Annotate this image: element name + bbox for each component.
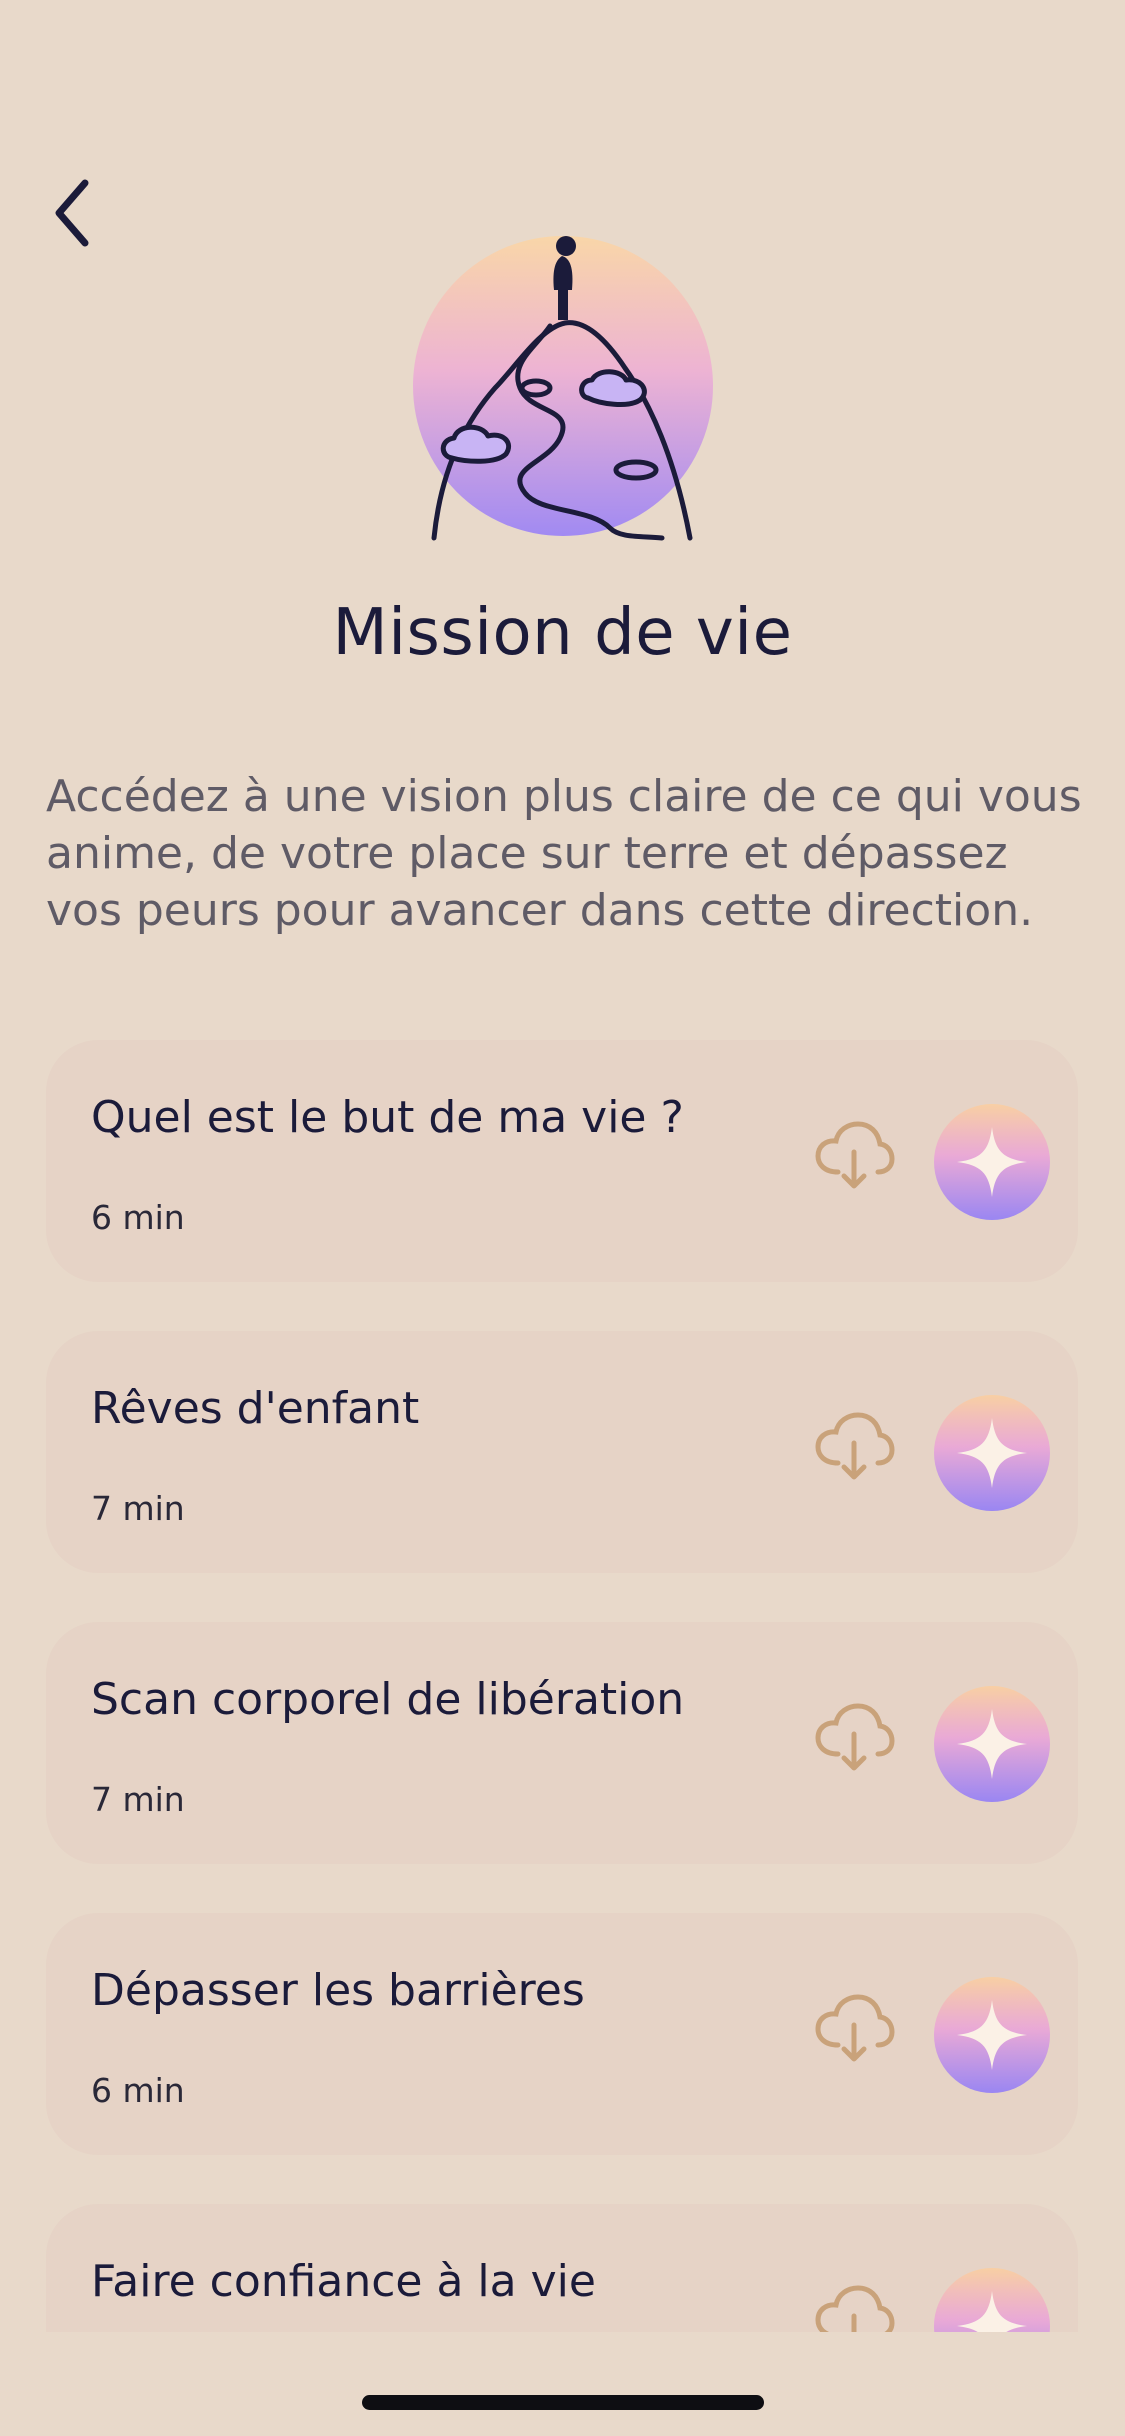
page-title: Mission de vie: [332, 596, 793, 670]
sparkle-play-icon: [957, 2291, 1027, 2332]
sparkle-play-icon: [957, 2000, 1027, 2070]
session-title: Dépasser les barrières: [91, 1965, 585, 2016]
cloud-download-icon[interactable]: [812, 1700, 896, 1776]
sparkle-play-icon: [957, 1127, 1027, 1197]
session-title: Faire confiance à la vie: [91, 2256, 596, 2307]
session-card[interactable]: Dépasser les barrières 6 min: [46, 1913, 1078, 2155]
session-duration: 6 min: [91, 1198, 185, 1237]
session-list[interactable]: Quel est le but de ma vie ? 6 min Rêves …: [0, 1030, 1125, 2332]
session-title: Scan corporel de libération: [91, 1674, 685, 1725]
session-duration: 7 min: [91, 1489, 185, 1528]
play-button[interactable]: [934, 2268, 1050, 2332]
play-button[interactable]: [934, 1395, 1050, 1511]
cloud-download-icon[interactable]: [812, 1118, 896, 1194]
sparkle-play-icon: [957, 1709, 1027, 1779]
play-button[interactable]: [934, 1104, 1050, 1220]
person-on-mountain-illustration: [413, 236, 713, 541]
sparkle-play-icon: [957, 1418, 1027, 1488]
cloud-download-icon[interactable]: [812, 2282, 896, 2332]
chevron-left-icon: [55, 179, 89, 247]
session-duration: 6 min: [91, 2071, 185, 2110]
cloud-download-icon[interactable]: [812, 1409, 896, 1485]
session-card[interactable]: Quel est le but de ma vie ? 6 min: [46, 1040, 1078, 1282]
session-card[interactable]: Rêves d'enfant 7 min: [46, 1331, 1078, 1573]
back-button[interactable]: [36, 168, 106, 258]
home-indicator[interactable]: [362, 2395, 764, 2410]
session-card[interactable]: Faire confiance à la vie: [46, 2204, 1078, 2332]
session-duration: 7 min: [91, 1780, 185, 1819]
play-button[interactable]: [934, 1977, 1050, 2093]
session-card[interactable]: Scan corporel de libération 7 min: [46, 1622, 1078, 1864]
session-title: Quel est le but de ma vie ?: [91, 1092, 684, 1143]
session-title: Rêves d'enfant: [91, 1383, 420, 1434]
page-description: Accédez à une vision plus claire de ce q…: [46, 771, 1082, 936]
play-button[interactable]: [934, 1686, 1050, 1802]
cloud-download-icon[interactable]: [812, 1991, 896, 2067]
